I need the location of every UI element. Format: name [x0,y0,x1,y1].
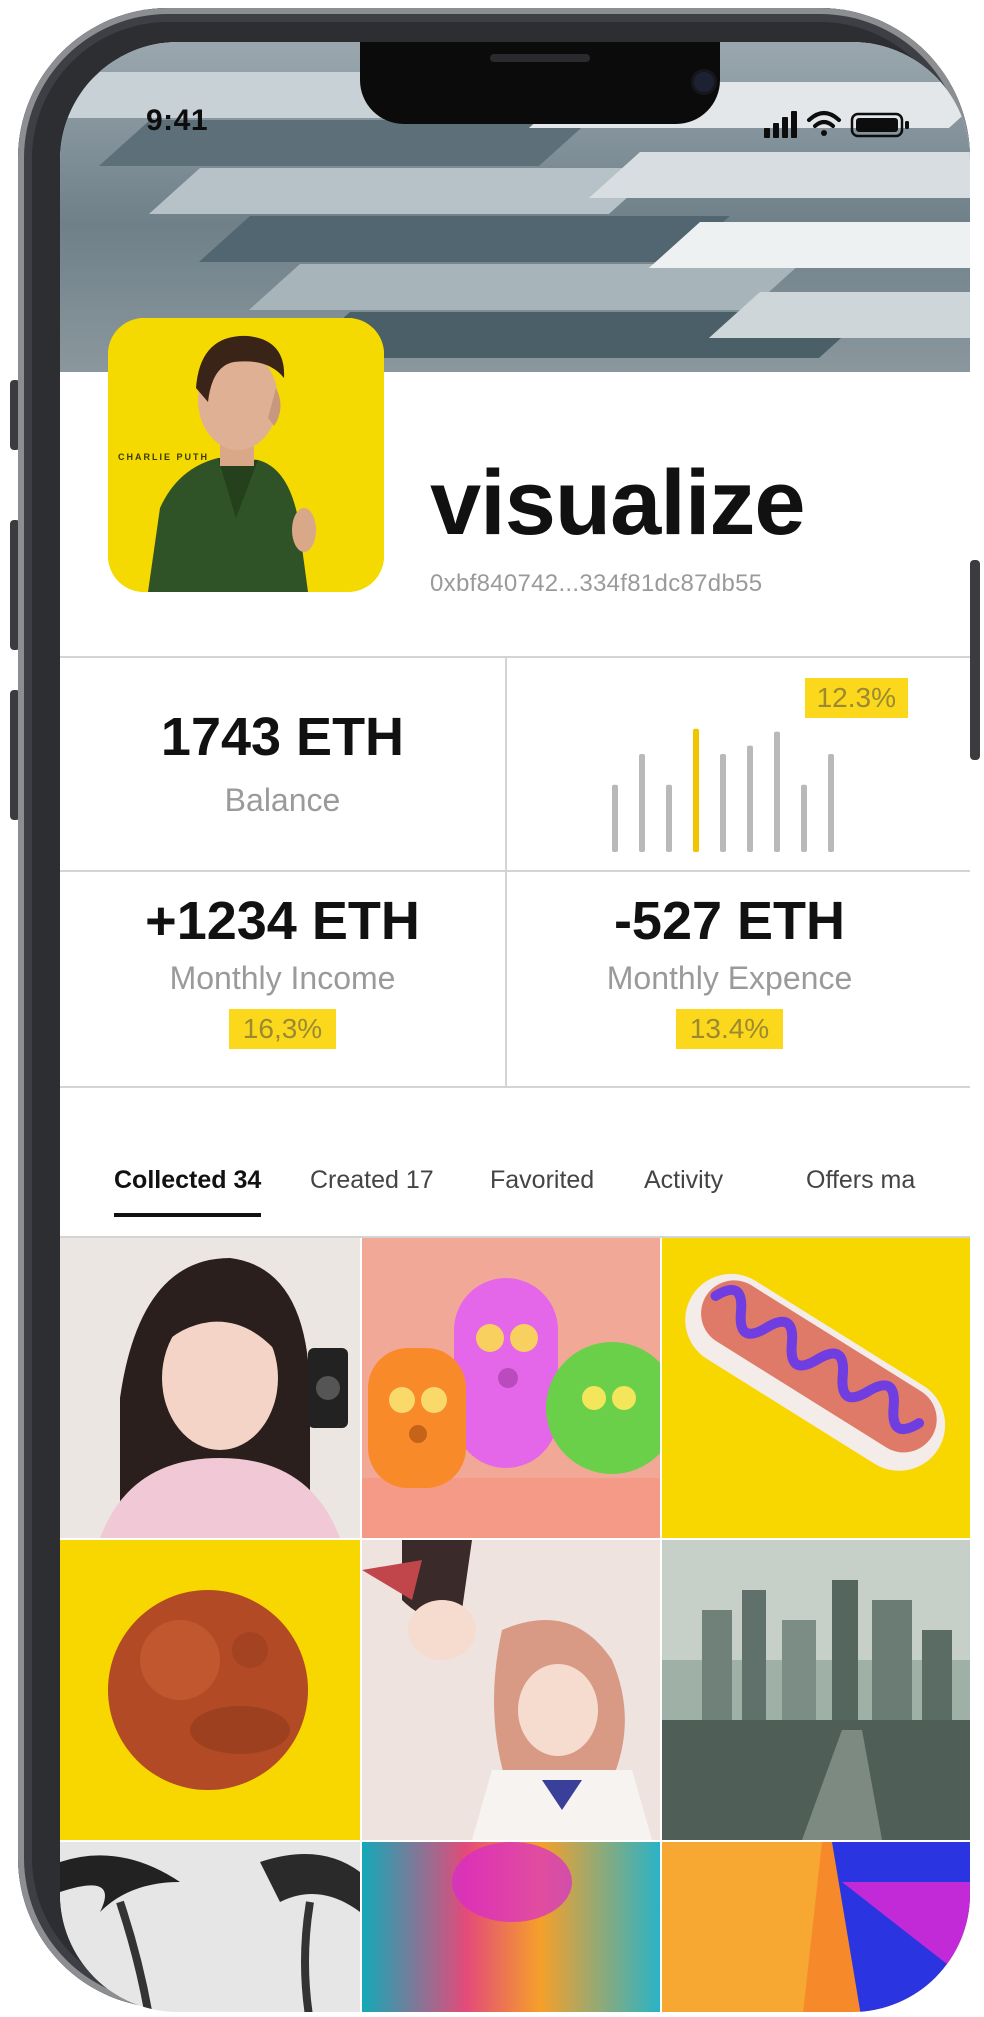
nft-tile-anime[interactable] [362,1540,660,1840]
tab-activity[interactable]: Activity [644,1166,723,1213]
chart-bar [747,745,753,852]
expense-value: -527 ETH [613,891,846,951]
income-change-badge: 16,3% [228,1009,337,1049]
nft-image [662,1238,970,1538]
stats-panel: 1743 ETH Balance 12.3% +1234 ETH Monthly… [60,656,970,1088]
balance-stat: 1743 ETH Balance [60,710,505,819]
nft-image [60,1842,360,2012]
nft-tile-toys[interactable] [362,1238,660,1538]
signal-icon [764,111,797,138]
nft-tile-palms[interactable] [60,1842,360,2012]
chart-bar [774,731,780,852]
nft-image [662,1842,970,2012]
speaker-grille [490,54,590,62]
tab-offers[interactable]: Offers ma [806,1166,915,1213]
nft-image [60,1238,360,1538]
tab-favorited[interactable]: Favorited [490,1166,594,1213]
income-stat: +1234 ETH Monthly Income 16,3% [60,894,505,1049]
nft-image [362,1540,660,1840]
status-time: 9:41 [146,104,209,137]
nft-image [362,1238,660,1538]
power-button [970,560,980,760]
nft-image [362,1842,660,2012]
stats-divider-horizontal [60,870,970,872]
nft-grid [60,1238,970,2012]
expense-stat: -527 ETH Monthly Expence 13.4% [507,894,952,1049]
balance-value: 1743 ETH [160,707,405,767]
status-icons [764,111,909,138]
wifi-icon [807,111,841,136]
tab-collected[interactable]: Collected 34 [114,1166,262,1217]
device-notch [360,42,720,124]
chart-bar [639,754,645,852]
profile-tabs: Collected 34 Created 17 Favorited Activi… [60,1166,970,1236]
nft-tile-city[interactable] [662,1540,970,1840]
nft-tile-color-blocks[interactable] [662,1842,970,2012]
expense-change-badge: 13.4% [675,1009,784,1049]
chart-bar [720,754,726,852]
nft-image [662,1540,970,1840]
nft-tile-portrait[interactable] [60,1238,360,1538]
tab-created[interactable]: Created 17 [310,1166,434,1213]
nft-tile-mars[interactable] [60,1540,360,1840]
nft-image [60,1540,360,1840]
balance-chart: 12.3% [520,672,950,862]
chart-bar [828,754,834,852]
expense-label: Monthly Expence [606,960,853,996]
profile-avatar[interactable]: CHARLIE PUTH [108,318,384,592]
chart-bar [666,784,672,852]
app-screen: 9:41 CHARLIE PUTH visualize 0xbf840742..… [60,42,970,2012]
front-camera [694,72,714,92]
nft-tile-hotdog[interactable] [662,1238,970,1538]
nft-tile-gradient-abstract[interactable] [362,1842,660,2012]
profile-username: visualize [430,452,806,554]
income-label: Monthly Income [169,960,396,996]
chart-bar [801,784,807,852]
chart-bar [693,728,699,852]
phone-frame: 9:41 CHARLIE PUTH visualize 0xbf840742..… [18,8,970,2012]
chart-change-badge: 12.3% [804,678,908,718]
income-value: +1234 ETH [145,891,420,951]
balance-label: Balance [224,782,341,818]
avatar-caption: CHARLIE PUTH [118,452,209,462]
chart-bar [612,784,618,852]
wallet-address[interactable]: 0xbf840742...334f81dc87db55 [430,570,762,598]
battery-icon [850,112,909,138]
